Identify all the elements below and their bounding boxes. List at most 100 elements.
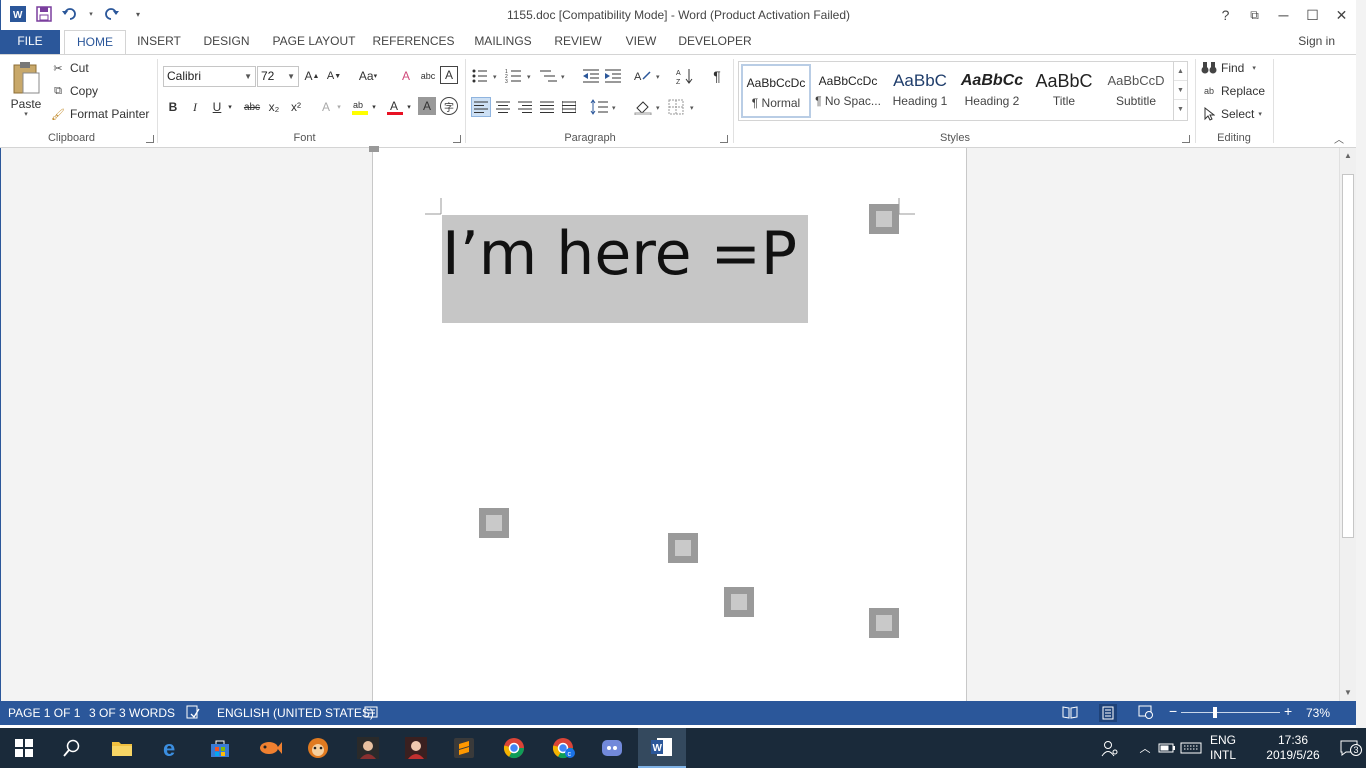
tab-review[interactable]: REVIEW [550,30,606,55]
numbering-icon[interactable]: 1 2 3 ▾ [505,66,535,86]
style-normal[interactable]: AaBbCcDc ¶ Normal [741,64,811,118]
justify-button[interactable] [537,97,557,117]
text-effects-icon[interactable]: A [316,97,336,117]
phonetic-guide-icon[interactable]: abc [418,66,438,86]
highlight-color-icon[interactable]: ab [350,97,370,117]
style-title[interactable]: AaBbC Title [1029,64,1099,118]
increase-indent-icon[interactable] [603,66,623,86]
read-mode-icon[interactable] [1062,705,1078,722]
text-effects-dropdown-icon[interactable]: ▾ [334,97,344,117]
edge-browser-button[interactable]: e [148,728,196,768]
align-center-button[interactable] [493,97,513,117]
cut-button[interactable]: ✂ Cut [50,60,88,76]
underline-button[interactable]: U [207,97,227,117]
input-language-indicator[interactable]: ENG INTL [1210,733,1254,763]
subscript-button[interactable]: x₂ [264,97,284,117]
tab-mailings[interactable]: MAILINGS [467,30,539,55]
help-button[interactable]: ? [1211,0,1240,30]
avatar-app-button-2[interactable] [392,728,440,768]
font-launcher-icon[interactable] [453,135,461,143]
keyboard-icon[interactable] [1178,742,1204,754]
vertical-scrollbar[interactable]: ▲ ▼ [1339,148,1356,701]
zoom-out-button[interactable]: − [1169,703,1177,719]
multilevel-list-icon[interactable]: ▾ [539,66,569,86]
font-name-combo[interactable]: Calibri ▼ [163,66,256,87]
character-border-icon[interactable]: A [440,66,458,84]
object-handle[interactable] [869,204,899,234]
format-painter-button[interactable]: 🖌 Format Painter [50,106,149,122]
italic-button[interactable]: I [185,97,205,117]
sort-icon[interactable]: AZ [676,66,696,86]
action-center-icon[interactable]: 3 [1334,740,1364,756]
tab-insert[interactable]: INSERT [132,30,186,55]
ribbon-display-options-button[interactable]: ⧉ [1240,0,1269,30]
replace-button[interactable]: ab Replace [1201,83,1265,99]
store-button[interactable] [196,728,244,768]
file-explorer-button[interactable] [98,728,146,768]
scroll-thumb[interactable] [1342,174,1354,538]
clipboard-launcher-icon[interactable] [146,135,154,143]
zoom-slider[interactable] [1181,712,1280,713]
underline-dropdown-icon[interactable]: ▾ [225,97,235,117]
chrome-button[interactable] [490,728,538,768]
font-color-dropdown-icon[interactable]: ▾ [404,97,414,117]
monkey-app-button[interactable] [294,728,342,768]
word-taskbar-button[interactable]: W [638,728,686,768]
asian-layout-icon[interactable]: A ▾ [634,66,664,86]
people-icon[interactable] [1098,739,1122,757]
avatar-app-button-1[interactable] [344,728,392,768]
battery-icon[interactable] [1156,743,1178,753]
word-count[interactable]: 3 OF 3 WORDS [89,706,175,720]
scroll-up-icon[interactable]: ▲ [1340,148,1356,164]
paste-button[interactable]: Paste ▾ [9,61,43,118]
tab-view[interactable]: VIEW [618,30,664,55]
show-formatting-marks-icon[interactable]: ¶ [707,66,727,86]
language-status[interactable]: ENGLISH (UNITED STATES) [217,706,374,720]
borders-icon[interactable]: ▾ [668,97,698,117]
select-button[interactable]: Select ▾ [1201,106,1262,122]
sublime-text-button[interactable] [440,728,488,768]
style-subtitle[interactable]: AaBbCcD Subtitle [1101,64,1171,118]
tab-file[interactable]: FILE [0,30,60,55]
shading-icon[interactable]: ▾ [634,97,664,117]
line-spacing-icon[interactable]: ▾ [590,97,620,117]
selected-text-highlight[interactable]: I’m here =P [442,215,808,323]
zoom-in-button[interactable]: + [1284,703,1292,719]
discord-button[interactable] [588,728,636,768]
zoom-level[interactable]: 73% [1306,706,1330,720]
sign-in-link[interactable]: Sign in [1298,34,1335,48]
tab-developer[interactable]: DEVELOPER [676,30,754,55]
gallery-up-icon[interactable]: ▲ [1174,62,1187,81]
clear-formatting-icon[interactable]: A [396,66,416,86]
copy-button[interactable]: ⧉ Copy [50,83,98,99]
clock[interactable]: 17:36 2019/5/26 [1260,733,1326,763]
scroll-down-icon[interactable]: ▼ [1340,685,1356,701]
styles-launcher-icon[interactable] [1182,135,1190,143]
search-button[interactable] [48,728,96,768]
style-no-spacing[interactable]: AaBbCcDc ¶ No Spac... [813,64,883,118]
font-size-combo[interactable]: 72 ▼ [257,66,299,87]
change-case-icon[interactable]: Aa ▾ [354,66,382,86]
highlight-dropdown-icon[interactable]: ▾ [369,97,379,117]
grow-font-icon[interactable]: A ▲ [302,66,322,86]
page-count[interactable]: PAGE 1 OF 1 [8,706,80,720]
find-button[interactable]: Find ▾ [1201,60,1256,76]
gallery-more-icon[interactable]: ▼ [1174,100,1187,119]
object-handle[interactable] [479,508,509,538]
macro-recording-icon[interactable] [364,705,378,722]
print-layout-icon[interactable] [1099,704,1117,722]
align-left-button[interactable] [471,97,491,117]
decrease-indent-icon[interactable] [581,66,601,86]
tab-home[interactable]: HOME [64,30,126,55]
bold-button[interactable]: B [163,97,183,117]
object-handle[interactable] [668,533,698,563]
chrome-profile-button[interactable]: c [540,728,588,768]
gallery-down-icon[interactable]: ▼ [1174,81,1187,100]
close-button[interactable]: ✕ [1327,0,1356,30]
tab-page-layout[interactable]: PAGE LAYOUT [266,30,362,55]
enclose-characters-icon[interactable]: 字 [440,97,458,115]
proofing-icon[interactable] [186,705,200,722]
fish-app-button[interactable] [246,728,294,768]
start-button[interactable] [0,728,48,768]
distributed-align-button[interactable] [559,97,579,117]
